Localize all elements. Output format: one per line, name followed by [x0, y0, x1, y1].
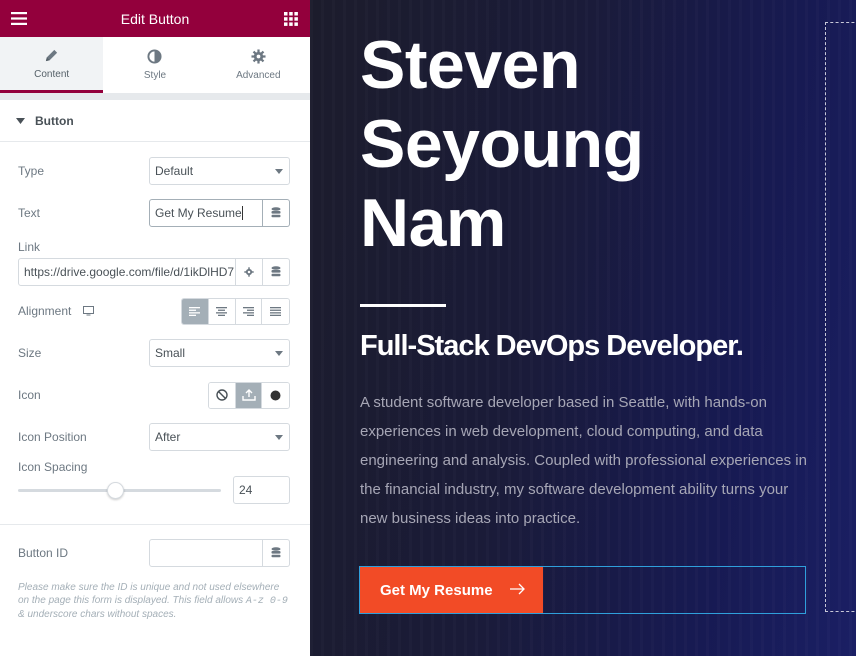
text-input[interactable]: Get My Resume — [149, 199, 263, 227]
icon-none-button[interactable] — [209, 382, 236, 408]
button-id-dynamic-tags-button[interactable] — [263, 539, 290, 567]
text-input-value: Get My Resume — [155, 206, 242, 220]
tab-advanced[interactable]: Advanced — [207, 37, 310, 93]
type-label: Type — [18, 164, 45, 178]
control-type: Type Default — [0, 150, 310, 192]
contrast-icon — [147, 49, 163, 64]
column-outline — [825, 22, 856, 612]
panel-controls: Button Type Default Text Get My Resume L… — [0, 100, 310, 656]
alignment-group — [181, 297, 290, 325]
caret-down-icon — [16, 117, 25, 124]
align-center-icon — [216, 306, 228, 316]
database-icon — [271, 547, 281, 558]
icon-position-select[interactable]: After — [149, 423, 290, 451]
note-code: A-z 0-9 — [245, 596, 288, 607]
select-caret-icon — [275, 169, 283, 174]
alignment-label: Alignment — [18, 304, 72, 318]
size-label: Size — [18, 346, 42, 360]
tab-style[interactable]: Style — [103, 37, 206, 93]
link-dynamic-tags-button[interactable] — [263, 258, 290, 286]
select-caret-icon — [275, 435, 283, 440]
align-right-button[interactable] — [235, 298, 263, 324]
hero-description: A student software developer based in Se… — [360, 394, 807, 527]
section-button-toggle[interactable]: Button — [0, 100, 310, 142]
control-icon: Icon — [0, 374, 310, 416]
panel-divider — [0, 93, 310, 100]
panel-title: Edit Button — [120, 10, 190, 27]
icon-spacing-input[interactable]: 24 — [233, 476, 290, 504]
size-select[interactable]: Small — [149, 339, 290, 367]
icon-spacing-value: 24 — [239, 483, 253, 497]
size-value: Small — [155, 346, 186, 360]
upload-icon — [241, 389, 256, 401]
icon-spacing-slider-handle[interactable] — [107, 482, 125, 499]
panel-header: Edit Button — [0, 0, 310, 37]
icon-upload-button[interactable] — [235, 382, 263, 408]
control-text: Text Get My Resume — [0, 192, 310, 234]
control-button-id: Button ID — [0, 525, 310, 581]
icon-library-button[interactable] — [262, 382, 289, 408]
icon-source-group — [208, 381, 290, 409]
link-options-button[interactable] — [236, 258, 263, 286]
align-left-button[interactable] — [182, 298, 209, 324]
text-cursor — [241, 206, 243, 220]
gear-icon — [244, 267, 254, 277]
gear-icon — [251, 49, 266, 64]
link-input-value: https://drive.google.com/file/d/1ikDlHD7 — [24, 265, 235, 279]
arrow-right-icon — [510, 583, 525, 595]
database-icon — [271, 207, 281, 218]
align-left-icon — [189, 306, 201, 316]
select-caret-icon — [275, 351, 283, 356]
button-id-description: Please make sure the ID is unique and no… — [0, 581, 310, 621]
text-label: Text — [18, 206, 41, 220]
page-preview: Steven Seyoung Nam Full-Stack DevOps Dev… — [310, 0, 856, 656]
tab-content[interactable]: Content — [0, 37, 104, 93]
resume-button[interactable]: Get My Resume — [360, 567, 543, 613]
icon-position-label: Icon Position — [18, 430, 87, 444]
note-part1: Please make sure the ID is unique and no… — [18, 582, 280, 606]
align-right-icon — [242, 306, 254, 316]
button-id-label: Button ID — [18, 546, 69, 560]
link-label: Link — [18, 240, 41, 254]
hero-name-line1: Steven — [360, 27, 581, 103]
section-title: Button — [35, 113, 74, 128]
tab-advanced-label: Advanced — [236, 70, 281, 81]
widgets-grid-icon[interactable] — [282, 10, 300, 28]
icon-label: Icon — [18, 388, 41, 402]
circle-icon — [270, 390, 281, 400]
align-center-button[interactable] — [208, 298, 236, 324]
type-select[interactable]: Default — [149, 157, 290, 185]
icon-position-value: After — [155, 430, 181, 444]
control-icon-position: Icon Position After — [0, 416, 310, 458]
tab-style-label: Style — [143, 70, 167, 81]
control-alignment: Alignment — [0, 290, 310, 332]
hero-name-line3: Nam — [360, 185, 506, 261]
type-value: Default — [155, 164, 194, 178]
database-icon — [271, 266, 281, 277]
control-link: Link https://drive.google.com/file/d/1ik… — [0, 234, 310, 286]
resume-button-wrapper: Get My Resume — [359, 566, 806, 614]
hero-subtitle: Full-Stack DevOps Developer. — [360, 330, 744, 362]
button-id-input[interactable] — [149, 539, 263, 567]
align-justify-button[interactable] — [262, 298, 289, 324]
tab-content-label: Content — [34, 68, 70, 80]
align-justify-icon — [270, 306, 282, 316]
menu-icon[interactable] — [10, 10, 28, 28]
icon-spacing-label: Icon Spacing — [18, 460, 88, 474]
note-part2: & underscore chars without spaces. — [18, 609, 177, 620]
hero-name: Steven Seyoung Nam — [360, 26, 740, 263]
hero-divider — [360, 304, 446, 307]
hero-name-line2: Seyoung — [360, 106, 644, 182]
ban-icon — [216, 389, 228, 401]
control-icon-spacing: Icon Spacing 24 — [0, 458, 310, 524]
control-size: Size Small — [0, 332, 310, 374]
dynamic-tags-button[interactable] — [263, 199, 290, 227]
panel-tabs: Content Style Advanced — [0, 37, 310, 93]
editor-panel: Edit Button Content Style Advanced Butto… — [0, 0, 310, 656]
desktop-icon[interactable] — [83, 306, 95, 316]
pencil-icon — [46, 49, 58, 61]
link-input[interactable]: https://drive.google.com/file/d/1ikDlHD7 — [18, 258, 236, 286]
resume-button-label: Get My Resume — [380, 581, 493, 599]
